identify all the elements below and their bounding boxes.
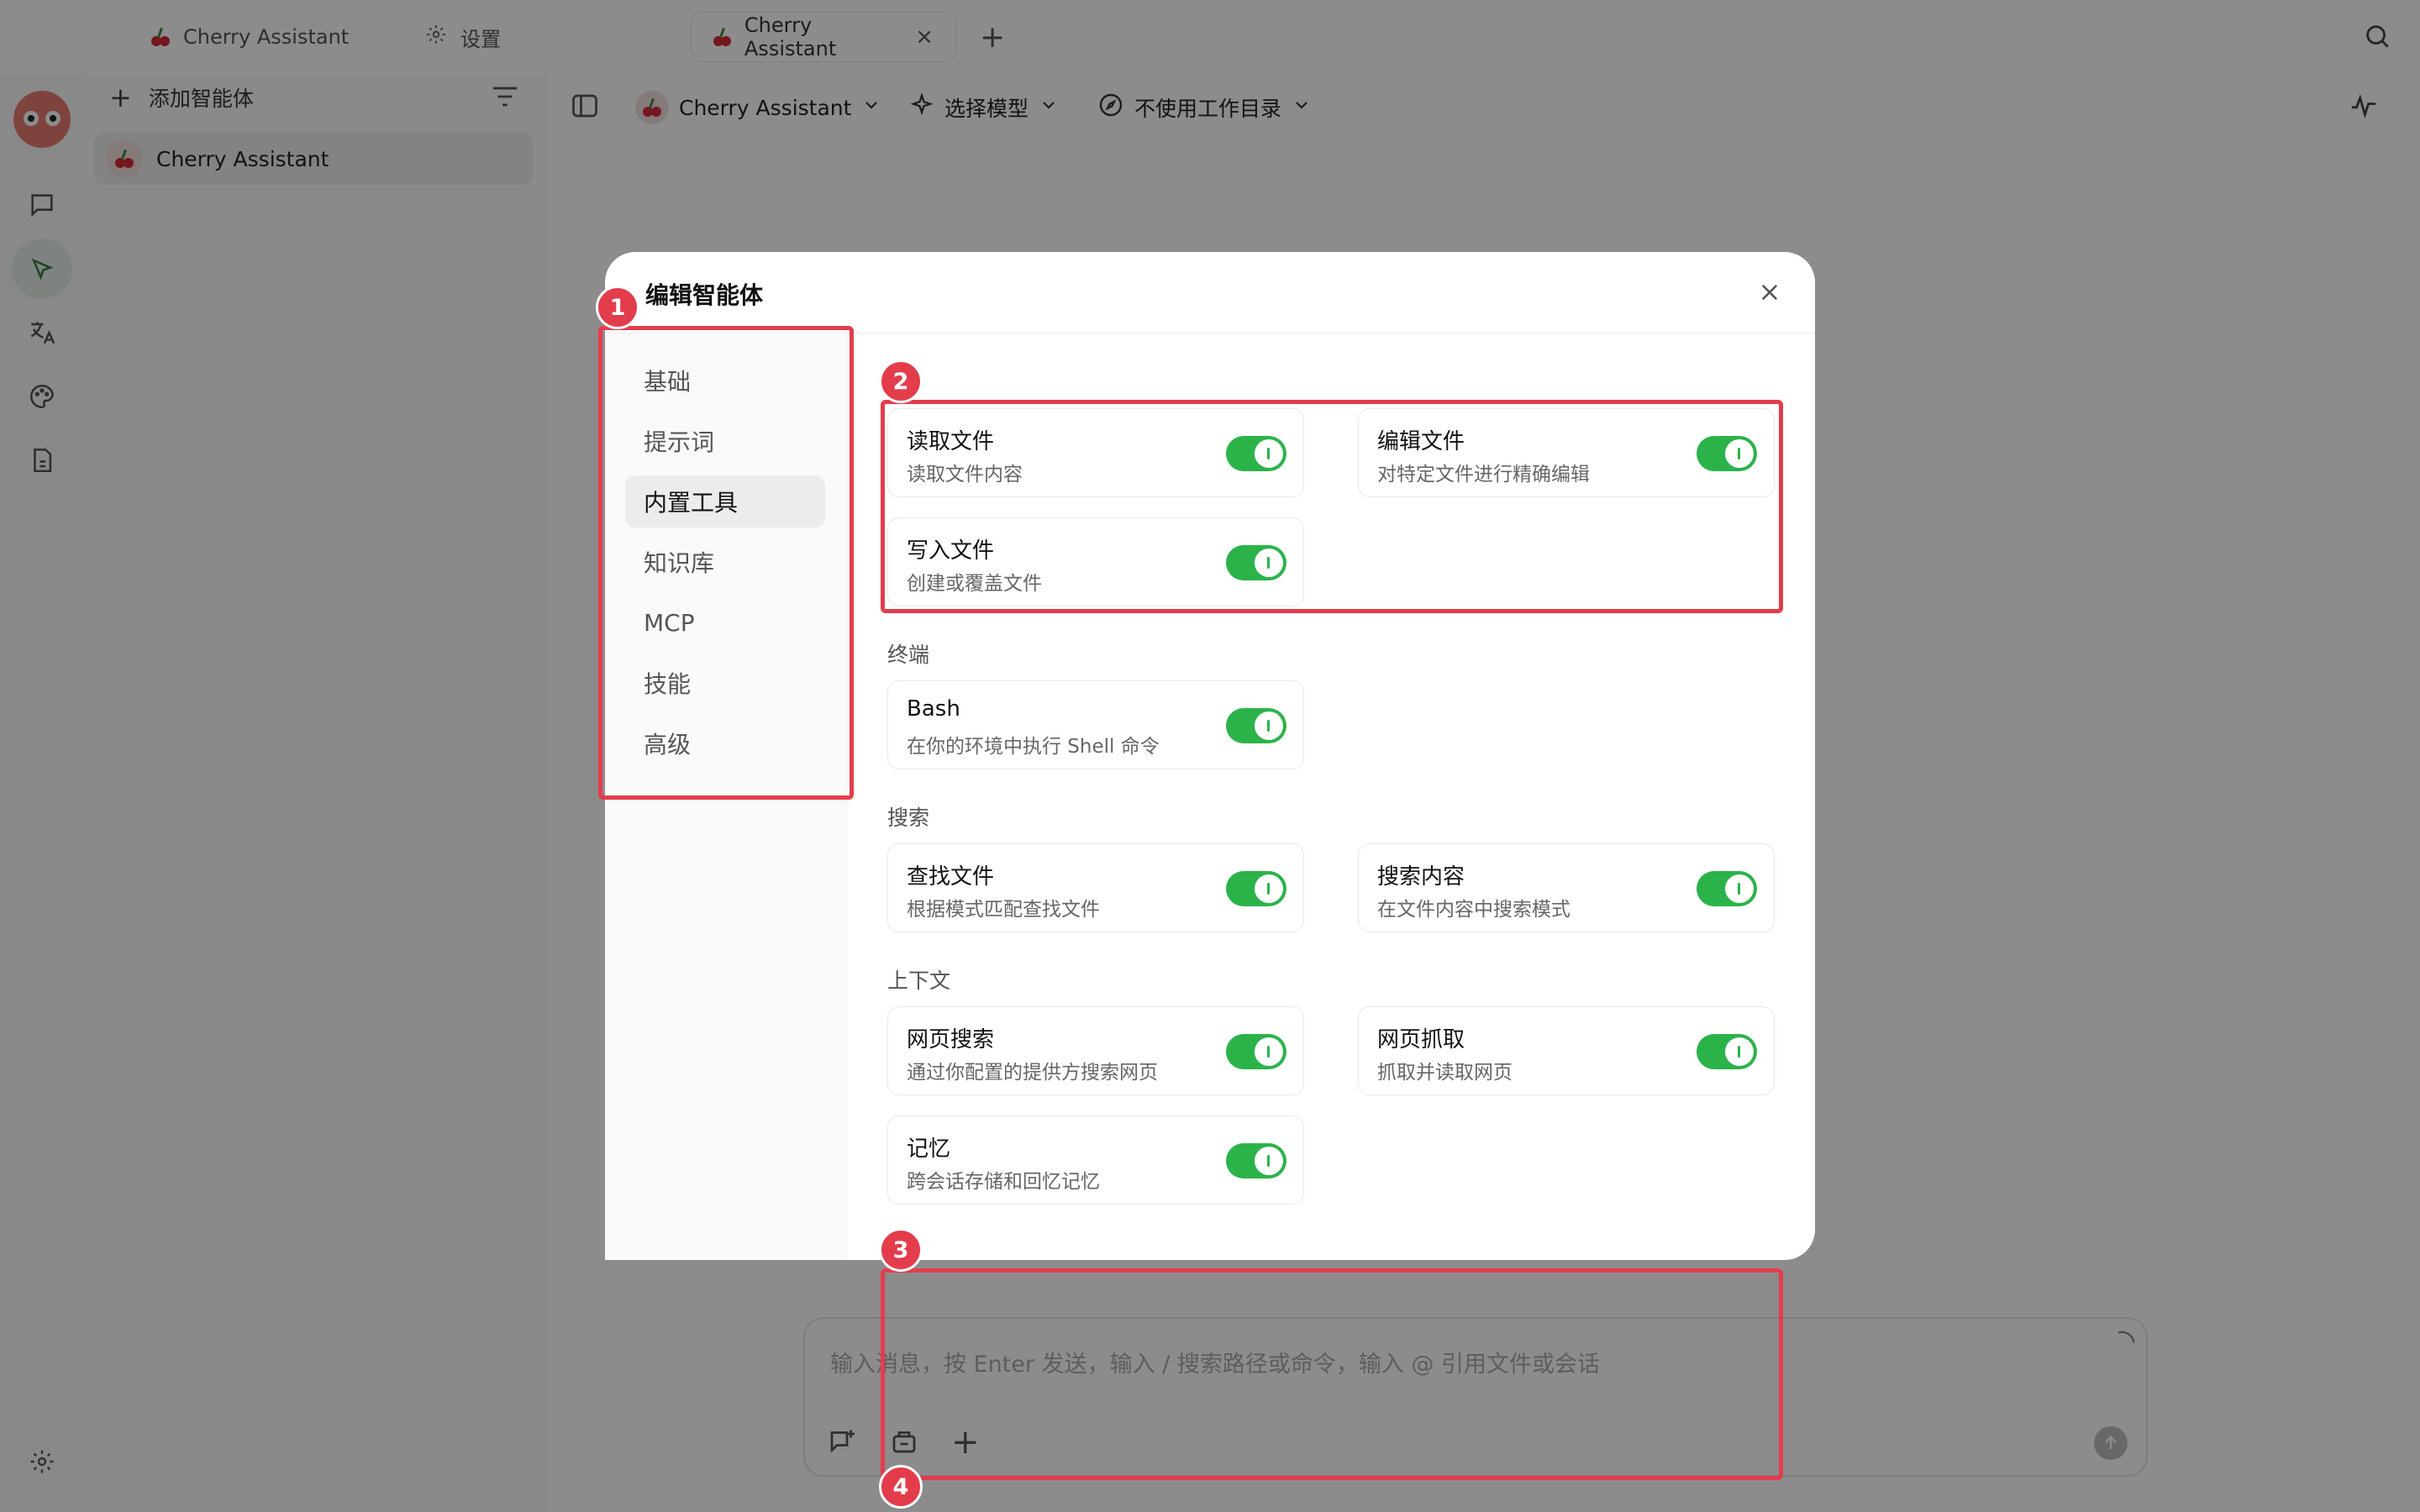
annotation-box-1 xyxy=(598,326,854,800)
annotation-marker-2: 2 xyxy=(879,360,923,403)
tool-name: 网页抓取 xyxy=(1377,1027,1465,1053)
tool-desc: 根据模式匹配查找文件 xyxy=(907,899,1100,921)
annotation-marker-1: 1 xyxy=(596,286,639,329)
annotation-box-3 xyxy=(881,1268,1783,1480)
tool-card-bash: Bash 在你的环境中执行 Shell 命令 xyxy=(887,680,1304,769)
modal-title: 编辑智能体 xyxy=(645,281,764,309)
tool-name: 网页搜索 xyxy=(907,1027,995,1053)
toggle-search-content[interactable] xyxy=(1697,871,1757,906)
tool-name: 记忆 xyxy=(907,1137,951,1162)
tool-card-web-search: 网页搜索 通过你配置的提供方搜索网页 xyxy=(887,1006,1304,1095)
tool-card-find-files: 查找文件 根据模式匹配查找文件 xyxy=(887,843,1304,932)
toggle-web-fetch[interactable] xyxy=(1697,1034,1757,1069)
tool-desc: 在你的环境中执行 Shell 命令 xyxy=(907,736,1160,758)
tool-card-web-fetch: 网页抓取 抓取并读取网页 xyxy=(1358,1006,1775,1095)
tool-name: Bash xyxy=(907,696,960,722)
tool-desc: 在文件内容中搜索模式 xyxy=(1377,899,1570,921)
terminal-section-label: 终端 xyxy=(887,643,930,667)
search-section-label: 搜索 xyxy=(887,806,930,830)
toggle-memory[interactable] xyxy=(1226,1143,1286,1179)
tool-desc: 通过你配置的提供方搜索网页 xyxy=(907,1062,1158,1084)
toggle-bash[interactable] xyxy=(1226,708,1286,743)
toggle-find-files[interactable] xyxy=(1226,871,1286,906)
annotation-marker-3: 3 xyxy=(879,1228,923,1272)
tool-card-search-content: 搜索内容 在文件内容中搜索模式 xyxy=(1358,843,1775,932)
toggle-web-search[interactable] xyxy=(1226,1034,1286,1069)
tool-desc: 抓取并读取网页 xyxy=(1377,1062,1512,1084)
tool-name: 搜索内容 xyxy=(1377,864,1465,890)
tool-card-memory: 记忆 跨会话存储和回忆记忆 xyxy=(887,1116,1304,1205)
annotation-marker-4: 4 xyxy=(879,1465,923,1509)
tool-name: 查找文件 xyxy=(907,864,995,890)
close-icon[interactable] xyxy=(1754,277,1785,307)
annotation-box-2 xyxy=(881,400,1783,613)
tool-desc: 跨会话存储和回忆记忆 xyxy=(907,1171,1100,1193)
context-section-label: 上下文 xyxy=(887,969,951,993)
